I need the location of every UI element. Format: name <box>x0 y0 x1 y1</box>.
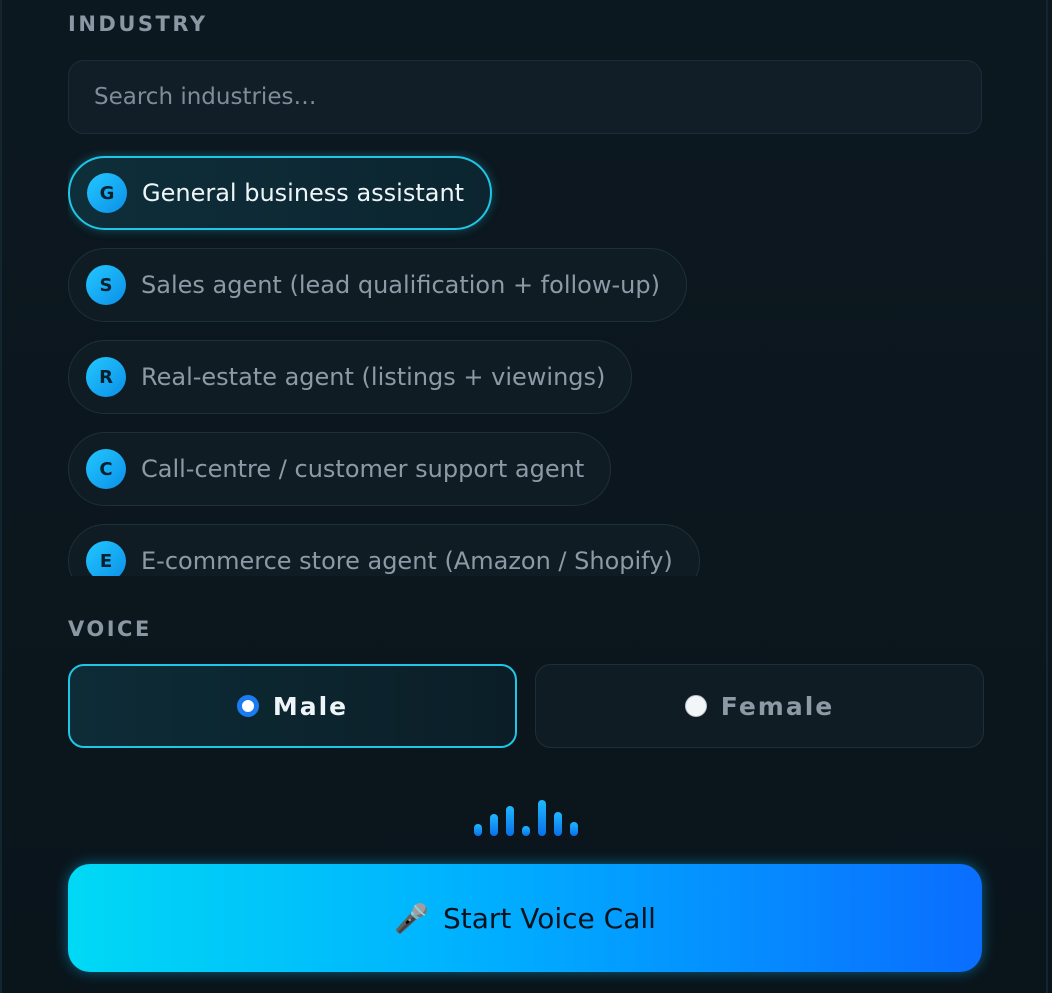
voice-option-label: Female <box>720 691 835 721</box>
waveform-bar <box>506 806 514 836</box>
voice-agent-panel: INDUSTRY G General business assistant S … <box>0 0 1052 993</box>
audio-waveform-icon <box>474 796 580 836</box>
industry-option-ecommerce[interactable]: E E-commerce store agent (Amazon / Shopi… <box>68 524 700 576</box>
industry-search-input[interactable] <box>69 61 981 133</box>
industry-section-label: INDUSTRY <box>68 12 208 36</box>
industry-option-label: Call-centre / customer support agent <box>141 455 585 483</box>
industry-option-real-estate[interactable]: R Real-estate agent (listings + viewings… <box>68 340 633 414</box>
industry-initial-badge: E <box>86 541 126 576</box>
voice-section-label: VOICE <box>68 617 152 641</box>
industry-option-call-centre[interactable]: C Call-centre / customer support agent <box>68 432 612 506</box>
start-voice-call-label: Start Voice Call <box>442 901 656 935</box>
panel-right-border <box>1046 0 1048 993</box>
start-voice-call-button[interactable]: 🎤 Start Voice Call <box>68 864 982 972</box>
industry-options-list[interactable]: G General business assistant S Sales age… <box>68 150 998 576</box>
waveform-bar <box>554 812 562 836</box>
industry-option-sales[interactable]: S Sales agent (lead qualification + foll… <box>68 248 687 322</box>
radio-selected-icon[interactable] <box>236 695 259 717</box>
industry-initial-badge: G <box>87 173 127 213</box>
industry-option-label: E-commerce store agent (Amazon / Shopify… <box>141 547 673 575</box>
microphone-icon: 🎤 <box>394 901 429 935</box>
voice-option-female[interactable]: Female <box>535 664 984 748</box>
industry-option-label: General business assistant <box>142 179 465 207</box>
industry-initial-badge: C <box>86 449 126 489</box>
panel-left-border <box>0 0 2 993</box>
industry-option-label: Sales agent (lead qualification + follow… <box>141 271 660 299</box>
waveform-bar <box>522 826 530 836</box>
waveform-bar <box>570 822 578 836</box>
waveform-bar <box>490 814 498 836</box>
waveform-bar <box>538 800 546 836</box>
industry-initial-badge: S <box>86 265 126 305</box>
voice-option-male[interactable]: Male <box>68 664 517 748</box>
industry-option-label: Real-estate agent (listings + viewings) <box>141 363 606 391</box>
voice-option-label: Male <box>272 691 349 721</box>
waveform-bar <box>474 824 482 836</box>
radio-unselected-icon[interactable] <box>684 695 707 717</box>
industry-option-general[interactable]: G General business assistant <box>68 156 493 230</box>
industry-initial-badge: R <box>86 357 126 397</box>
industry-search-box <box>68 60 982 134</box>
